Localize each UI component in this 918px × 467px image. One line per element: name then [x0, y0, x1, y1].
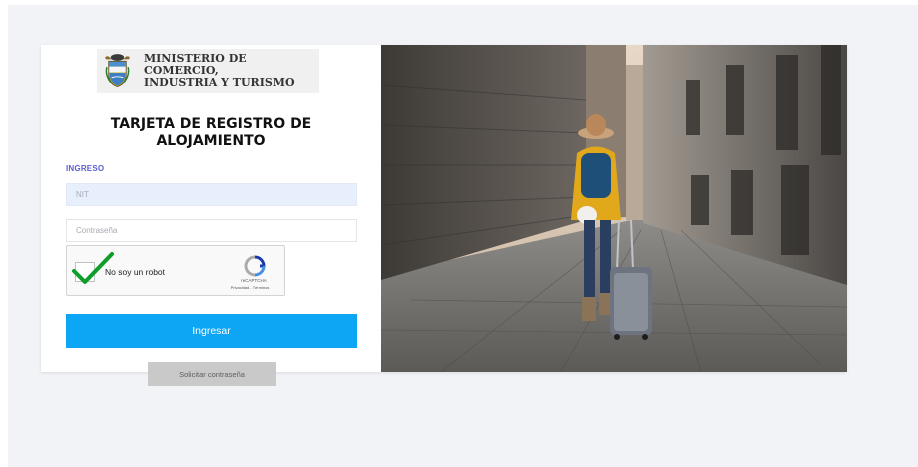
top-border [0, 0, 918, 5]
traveler-street-photo [381, 45, 847, 372]
ministry-name-line2: INDUSTRIA Y TURISMO [143, 76, 295, 89]
section-label: INGRESO [66, 164, 105, 173]
left-border [0, 0, 8, 467]
password-input[interactable] [66, 219, 357, 242]
hero-image [381, 45, 847, 372]
recaptcha-label: No soy un robot [105, 267, 166, 277]
login-card: MINISTERIO DE COMERCIO, INDUSTRIA Y TURI… [41, 45, 847, 372]
recaptcha-widget: No soy un robot reCAPTCHA Privacidad - T… [66, 245, 285, 296]
ministry-name-line1: MINISTERIO DE COMERCIO, [143, 52, 247, 77]
recaptcha-brand: reCAPTCHA [241, 278, 267, 283]
recaptcha-links[interactable]: Privacidad - Términos [217, 285, 283, 290]
login-panel: MINISTERIO DE COMERCIO, INDUSTRIA Y TURI… [41, 45, 381, 372]
nit-input[interactable] [66, 183, 357, 206]
page-title-line2: ALOJAMIENTO [156, 133, 266, 149]
colombia-coat-of-arms-icon [105, 54, 130, 87]
page-title: TARJETA DE REGISTRO DE ALOJAMIENTO [41, 116, 381, 150]
ministry-name: MINISTERIO DE COMERCIO, INDUSTRIA Y TURI… [144, 53, 319, 89]
page-title-line1: TARJETA DE REGISTRO DE [110, 116, 312, 132]
recaptcha-logo-icon [244, 255, 266, 277]
login-button[interactable]: Ingresar [66, 314, 357, 348]
request-password-button[interactable]: Solicitar contraseña [148, 362, 276, 386]
ministry-logo: MINISTERIO DE COMERCIO, INDUSTRIA Y TURI… [97, 49, 319, 93]
